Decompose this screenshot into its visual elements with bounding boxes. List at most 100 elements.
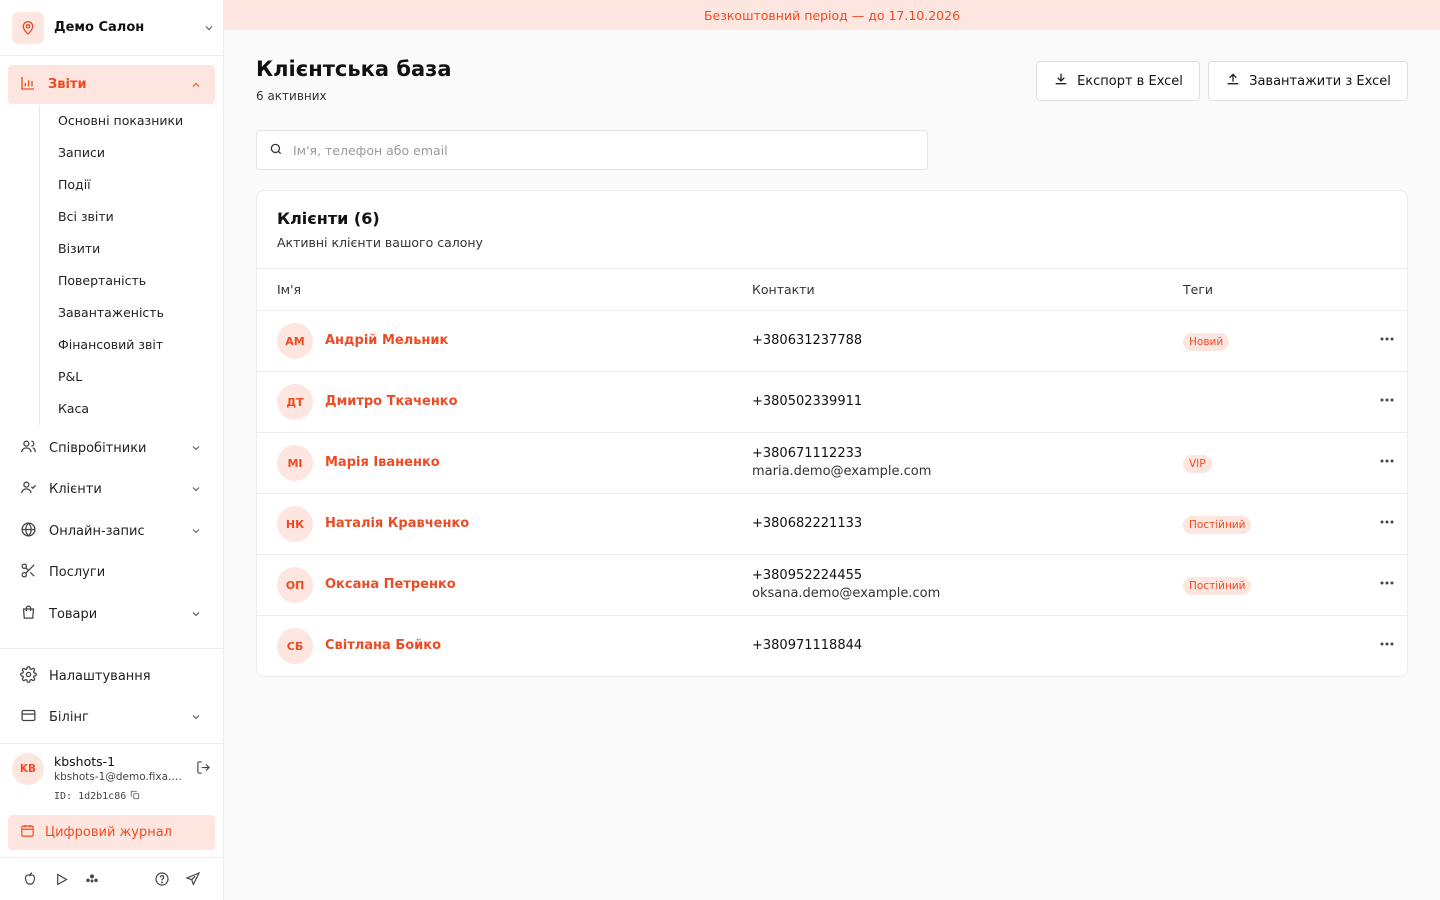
client-phone: +380682221133 — [752, 516, 863, 531]
footer-links — [21, 870, 211, 888]
sidebar-item-label: Налаштування — [49, 668, 151, 684]
copy-icon[interactable] — [130, 790, 140, 803]
submenu-item[interactable]: Повертаність — [40, 265, 215, 297]
submenu-item[interactable]: Записи — [40, 137, 215, 169]
more-icon[interactable] — [1379, 575, 1395, 591]
client-phone: +380631237788 — [752, 333, 863, 348]
community-icon[interactable] — [83, 870, 101, 888]
sidebar-item-reports[interactable]: Звіти — [8, 65, 215, 104]
client-name-link[interactable]: Світлана Бойко — [325, 638, 441, 653]
client-email: maria.demo@example.com — [752, 464, 932, 479]
client-name-link[interactable]: Андрій Мельник — [325, 333, 448, 348]
chevron-down-icon — [189, 607, 203, 621]
digital-journal-label: Цифровий журнал — [45, 825, 172, 840]
client-phone: +380971118844 — [752, 638, 863, 653]
chevron-down-icon — [189, 482, 203, 496]
sidebar-item-services[interactable]: Послуги — [8, 553, 215, 591]
table-row[interactable]: СБ Світлана Бойко +380971118844 — [257, 616, 1407, 676]
globe-icon — [20, 521, 37, 542]
trial-banner: Безкоштовний період — до 17.10.2026 — [224, 0, 1440, 30]
submenu-item[interactable]: P&L — [40, 361, 215, 393]
salon-switcher[interactable]: Демо Салон — [12, 11, 216, 44]
page-subtitle: 6 активних — [256, 89, 327, 103]
search-input[interactable] — [293, 142, 893, 158]
submenu-item[interactable]: Фінансовий звіт — [40, 329, 215, 361]
map-pin-icon — [12, 11, 44, 44]
client-avatar: МІ — [277, 445, 313, 481]
client-name-link[interactable]: Дмитро Ткаченко — [325, 394, 458, 409]
sidebar: Демо Салон Звіти Основні показники Запис… — [0, 0, 224, 900]
more-icon[interactable] — [1379, 453, 1395, 469]
submenu-item[interactable]: Події — [40, 169, 215, 201]
sidebar-item-label: Товари — [49, 606, 98, 622]
user-id: ID: 1d2b1c86 — [54, 790, 140, 803]
table-row[interactable]: НК Наталія Кравченко +380682221133 Пості… — [257, 494, 1407, 555]
sidebar-item-online-booking[interactable]: Онлайн-запис — [8, 512, 215, 550]
column-header-name[interactable]: Ім'я — [277, 282, 301, 297]
logout-icon[interactable] — [196, 760, 211, 779]
submenu-item[interactable]: Каса — [40, 393, 215, 425]
table-row[interactable]: АМ Андрій Мельник +380631237788 Новий — [257, 311, 1407, 372]
more-icon[interactable] — [1379, 636, 1395, 652]
client-avatar: ДТ — [277, 384, 313, 420]
client-tag: Постійний — [1183, 516, 1252, 534]
sidebar-item-settings[interactable]: Налаштування — [8, 657, 215, 695]
more-icon[interactable] — [1379, 514, 1395, 530]
user-check-icon — [20, 479, 37, 500]
sidebar-item-label: Співробітники — [49, 440, 147, 456]
table-row[interactable]: МІ Марія Іваненко +380671112233 maria.de… — [257, 433, 1407, 494]
client-email: oksana.demo@example.com — [752, 586, 941, 601]
sidebar-item-label: Звіти — [48, 77, 87, 92]
divider — [0, 743, 223, 744]
client-name-link[interactable]: Марія Іваненко — [325, 455, 440, 470]
help-icon[interactable] — [153, 870, 171, 888]
table-row[interactable]: ОП Оксана Петренко +380952224455 oksana.… — [257, 555, 1407, 616]
users-icon — [20, 438, 37, 459]
card-subtitle: Активні клієнти вашого салону — [277, 235, 483, 250]
export-excel-button[interactable]: Експорт в Excel — [1036, 61, 1200, 101]
gear-icon — [20, 665, 37, 687]
more-icon[interactable] — [1379, 392, 1395, 408]
submenu-item[interactable]: Візити — [40, 233, 215, 265]
bar-chart-icon — [20, 75, 36, 95]
client-phone: +380502339911 — [752, 394, 863, 409]
user-name: kbshots-1 — [54, 754, 116, 769]
table-row[interactable]: ДТ Дмитро Ткаченко +380502339911 — [257, 372, 1407, 433]
sidebar-item-clients[interactable]: Клієнти — [8, 470, 215, 508]
shopping-bag-icon — [20, 604, 37, 625]
divider — [0, 857, 223, 858]
calendar-icon — [20, 823, 35, 842]
client-name-link[interactable]: Наталія Кравченко — [325, 516, 469, 531]
more-icon[interactable] — [1379, 331, 1395, 347]
submenu-item[interactable]: Завантаженість — [40, 297, 215, 329]
client-tag: Постійний — [1183, 577, 1252, 595]
send-icon[interactable] — [184, 870, 202, 888]
sidebar-item-label: Білінг — [49, 709, 89, 725]
chevron-down-icon — [189, 524, 203, 538]
sidebar-item-billing[interactable]: Білінг — [8, 698, 215, 736]
apple-icon[interactable] — [21, 870, 39, 888]
client-avatar: НК — [277, 506, 313, 542]
client-phone: +380952224455 — [752, 568, 863, 583]
import-excel-button[interactable]: Завантажити з Excel — [1208, 61, 1408, 101]
scissors-icon — [20, 562, 37, 583]
card-title: Клієнти (6) — [277, 209, 380, 228]
chevron-down-icon — [189, 710, 203, 724]
divider — [0, 648, 223, 649]
user-profile: KB kbshots-1 kbshots-1@demo.fixa.b... ID… — [12, 752, 216, 808]
user-id-text: ID: 1d2b1c86 — [54, 791, 127, 802]
play-icon[interactable] — [52, 870, 70, 888]
submenu-item[interactable]: Основні показники — [40, 105, 215, 137]
sidebar-item-staff[interactable]: Співробітники — [8, 429, 215, 467]
sidebar-item-products[interactable]: Товари — [8, 595, 215, 633]
sidebar-item-label: Послуги — [49, 564, 106, 580]
client-name-link[interactable]: Оксана Петренко — [325, 577, 456, 592]
digital-journal-button[interactable]: Цифровий журнал — [8, 815, 215, 850]
search-icon — [269, 141, 283, 160]
avatar: KB — [12, 753, 44, 785]
chevron-down-icon — [202, 21, 216, 35]
client-avatar: АМ — [277, 323, 313, 359]
chevron-down-icon — [189, 441, 203, 455]
upload-icon — [1225, 71, 1241, 91]
submenu-item[interactable]: Всі звіти — [40, 201, 215, 233]
